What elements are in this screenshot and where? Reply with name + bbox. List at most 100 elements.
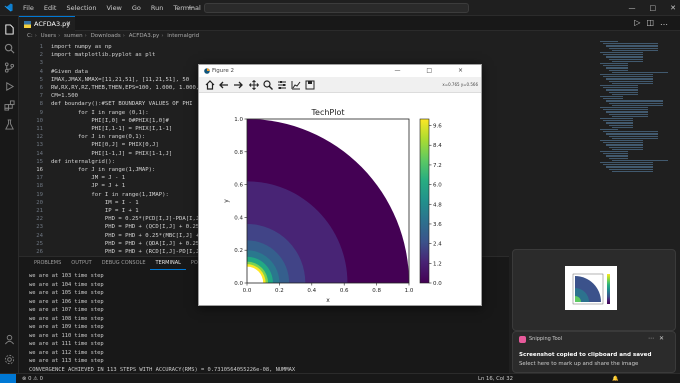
- minimap-line: [612, 71, 668, 73]
- breadcrumb-item[interactable]: sumen: [64, 33, 83, 39]
- maximize-icon[interactable]: □: [650, 0, 657, 16]
- minimap-line: [603, 131, 658, 133]
- split-editor-icon[interactable]: ◫: [646, 18, 660, 27]
- configure-subplots-icon[interactable]: [277, 80, 287, 90]
- minimap-line: [609, 157, 628, 159]
- minimap-line: [606, 122, 633, 124]
- tab-output[interactable]: OUTPUT: [66, 257, 96, 270]
- forward-arrow-icon[interactable]: [233, 80, 243, 90]
- x-tick-label: 1.0: [405, 288, 414, 294]
- command-center-search[interactable]: [204, 3, 469, 13]
- more-options-icon[interactable]: ⋯: [648, 335, 659, 342]
- run-file-icon[interactable]: ▷: [634, 18, 646, 27]
- menu-edit[interactable]: Edit: [39, 0, 62, 16]
- tab-problems[interactable]: PROBLEMS: [29, 257, 66, 270]
- home-icon[interactable]: [205, 80, 215, 90]
- minimap-line: [603, 76, 653, 78]
- plot-area[interactable]: TechPlot 0.0 0.2 0.4 0.6 0.8 1.0 0.0 0.2 0.4 0.6…: [199, 93, 481, 305]
- snip-preview-thumbnail[interactable]: [512, 249, 676, 331]
- figure-title-bar: Figure 2 — □ ×: [199, 65, 481, 77]
- extensions-icon[interactable]: [4, 100, 15, 111]
- remote-indicator-icon[interactable]: [0, 374, 16, 383]
- notification-controls: ⋯✕: [648, 335, 669, 342]
- save-figure-icon[interactable]: [305, 80, 315, 90]
- breadcrumb-item[interactable]: Users: [41, 33, 56, 39]
- minimap-line: [609, 80, 653, 82]
- tab-close-icon[interactable]: ×: [66, 17, 71, 31]
- testing-icon[interactable]: [4, 119, 15, 130]
- tab-acfda3-py[interactable]: ACFDA3.py ×: [19, 16, 75, 31]
- back-arrow-icon[interactable]: [219, 80, 229, 90]
- minimap-line: [600, 140, 643, 142]
- terminal-line: we are at 112 time step: [29, 349, 104, 356]
- zoom-icon[interactable]: [263, 80, 273, 90]
- minimap-line: [600, 96, 623, 98]
- colorbar: [419, 118, 430, 284]
- minimap-line: [603, 65, 628, 67]
- matplotlib-icon: [204, 68, 210, 74]
- minimap-line: [612, 115, 648, 117]
- breadcrumb-item[interactable]: Downloads: [91, 33, 121, 39]
- notifications-bell-icon[interactable]: 🔔: [612, 374, 619, 383]
- menu-run[interactable]: Run: [146, 0, 168, 16]
- run-debug-icon[interactable]: [4, 81, 15, 92]
- minimize-icon[interactable]: —: [629, 0, 636, 16]
- terminal-line: we are at 107 time step: [29, 307, 104, 313]
- dismiss-icon[interactable]: ✕: [659, 335, 669, 342]
- notification-title: Screenshot copied to clipboard and saved: [519, 352, 652, 358]
- more-actions-icon[interactable]: …: [660, 18, 674, 27]
- menu-go[interactable]: Go: [127, 0, 146, 16]
- breadcrumb-item[interactable]: internalgrid: [167, 33, 199, 39]
- minimap-line: [606, 89, 638, 91]
- minimap-line: [603, 54, 643, 56]
- terminal-line: we are at 109 time step: [29, 324, 104, 330]
- minimap-line: [603, 98, 623, 100]
- minimap-line: [603, 109, 648, 111]
- explorer-icon[interactable]: [4, 24, 15, 35]
- colorbar-ticks: 0.0 1.2 2.4 3.6 4.8 6.0 7.2 8.4 9.6: [429, 124, 442, 287]
- x-axis-label: x: [326, 297, 330, 304]
- minimap-line: [606, 166, 653, 168]
- y-tick-label: 0.4: [234, 215, 243, 221]
- figure-title: Figure 2: [212, 68, 235, 74]
- breadcrumb: C: › Users › sumen › Downloads › ACFDA3.py › …: [27, 33, 200, 39]
- minimap-line: [606, 155, 628, 157]
- menu-view[interactable]: View: [101, 0, 126, 16]
- y-axis-ticks: 0.0 0.2 0.4 0.6 0.8 1.0: [234, 117, 247, 287]
- account-icon[interactable]: [4, 334, 15, 345]
- edit-axes-icon[interactable]: [291, 80, 301, 90]
- terminal-line: we are at 110 time step: [29, 332, 104, 339]
- manage-gear-icon[interactable]: [4, 354, 15, 365]
- figure-window-controls[interactable]: — □ ×: [394, 65, 475, 77]
- problems-status[interactable]: ⊗ 0 ⚠ 0: [22, 374, 43, 383]
- editor-tab-bar: ACFDA3.py × ▷◫…: [19, 16, 680, 31]
- tab-terminal[interactable]: TERMINAL: [150, 257, 186, 270]
- vscode-logo-icon: [4, 3, 13, 12]
- y-tick-label: 0.2: [234, 248, 243, 254]
- minimap-line: [612, 148, 643, 150]
- menu-selection[interactable]: Selection: [61, 0, 101, 16]
- colorbar-tick-label: 8.4: [433, 143, 442, 149]
- matplotlib-figure-window: Figure 2 — □ × x=0.765 y=0.566 TechPlot …: [198, 64, 482, 306]
- breadcrumb-item[interactable]: ACFDA3.py: [129, 33, 160, 39]
- menu-file[interactable]: File: [18, 0, 39, 16]
- tab-debug-console[interactable]: DEBUG CONSOLE: [97, 257, 151, 270]
- colorbar-tick-label: 6.0: [433, 183, 442, 189]
- y-tick-label: 0.0: [234, 281, 243, 287]
- close-window-icon[interactable]: ✕: [670, 0, 676, 16]
- python-file-icon: [24, 21, 31, 28]
- breadcrumb-item[interactable]: C:: [27, 33, 33, 39]
- minimap-line: [600, 151, 628, 153]
- snipping-tool-notification[interactable]: Snipping Tool ⋯✕ Screenshot copied to cl…: [512, 331, 676, 373]
- window-controls: — □ ✕: [629, 0, 677, 16]
- pan-icon[interactable]: [249, 80, 259, 90]
- cursor-position[interactable]: Ln 16, Col 32: [478, 374, 513, 383]
- minimap[interactable]: [600, 41, 670, 181]
- source-control-icon[interactable]: [4, 62, 15, 73]
- minimap-line: [600, 107, 648, 109]
- minimap-line: [612, 60, 643, 62]
- minimap-line: [600, 52, 643, 54]
- search-icon[interactable]: [4, 43, 15, 54]
- minimap-line: [606, 144, 643, 146]
- tab-label: ACFDA3.py: [34, 20, 71, 28]
